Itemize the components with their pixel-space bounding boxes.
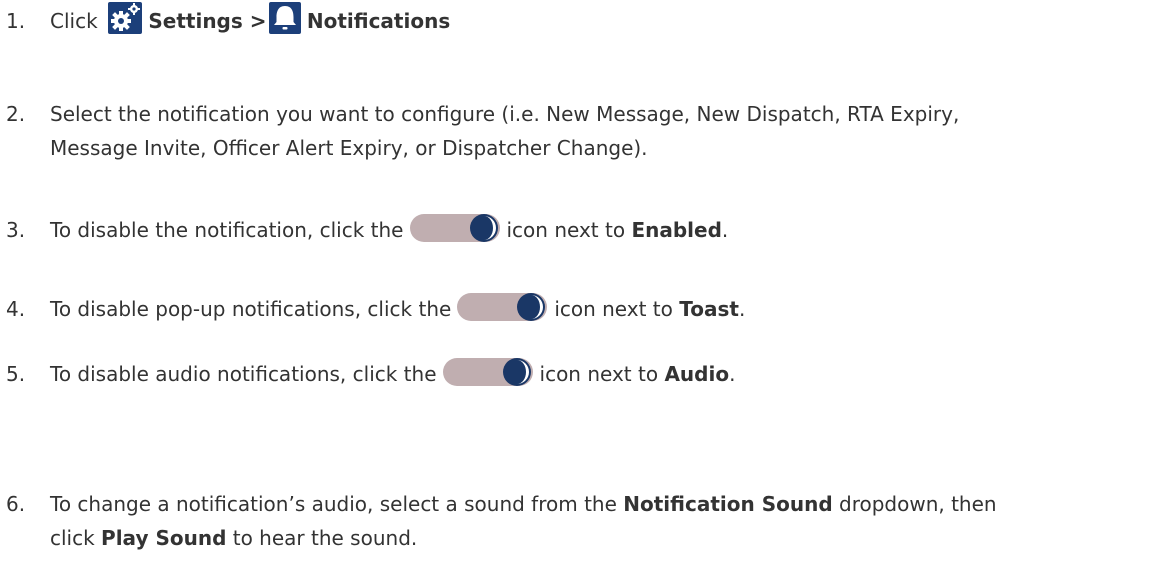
notification-sound-label: Notification Sound xyxy=(623,492,833,516)
toggle-switch-icon xyxy=(442,356,533,388)
step-text: icon next to xyxy=(506,218,626,242)
step-text: To disable pop-up notifications, click t… xyxy=(50,297,452,321)
step-number: 6. xyxy=(6,492,26,516)
step-text-line2: Message Invite, Officer Alert Expiry, or… xyxy=(50,136,648,160)
toggle-switch-icon xyxy=(409,212,500,244)
step-text: To disable the notification, click the xyxy=(50,218,404,242)
notifications-label: Notifications xyxy=(306,9,451,33)
audio-label: Audio xyxy=(664,362,730,386)
step-3: 3. To disable the notification, click the… xyxy=(0,213,728,248)
period: . xyxy=(729,362,736,386)
click-text: click xyxy=(50,526,95,550)
step-text-line1: Select the notification you want to conf… xyxy=(50,102,960,126)
step-4: 4. To disable pop-up notifications, click… xyxy=(0,292,745,327)
toggle-switch-icon xyxy=(457,291,548,323)
step-text: To change a notification’s audio, select… xyxy=(50,492,617,516)
play-sound-label: Play Sound xyxy=(101,526,227,550)
step-number: 5. xyxy=(6,362,26,386)
settings-label: Settings > xyxy=(148,9,267,33)
step-text: icon next to xyxy=(554,297,673,321)
enabled-label: Enabled xyxy=(631,218,722,242)
step-text: To disable audio notifications, click th… xyxy=(50,362,437,386)
step-2: 2. Select the notification you want to co… xyxy=(0,97,959,165)
step-1: 1. Click Settings > Notifications xyxy=(0,1,451,39)
step-text: icon next to xyxy=(539,362,659,386)
step-text-line2: click Play Sound to hear the sound. xyxy=(0,521,997,555)
bell-icon xyxy=(268,1,301,34)
step-number: 4. xyxy=(6,297,26,321)
gears-icon xyxy=(108,1,143,34)
period: . xyxy=(738,297,746,321)
step-text: dropdown, then xyxy=(839,492,997,516)
click-text: Click xyxy=(50,9,98,33)
step-5: 5. To disable audio notifications, click … xyxy=(0,357,735,392)
step-number: 3. xyxy=(6,218,26,242)
period: . xyxy=(721,218,729,242)
toast-label: Toast xyxy=(679,297,739,321)
step-6: 6. To change a notification’s audio, sele… xyxy=(0,487,997,555)
step-text: to hear the sound. xyxy=(232,526,418,550)
step-number: 1. xyxy=(6,9,26,33)
step-number: 2. xyxy=(6,102,26,126)
